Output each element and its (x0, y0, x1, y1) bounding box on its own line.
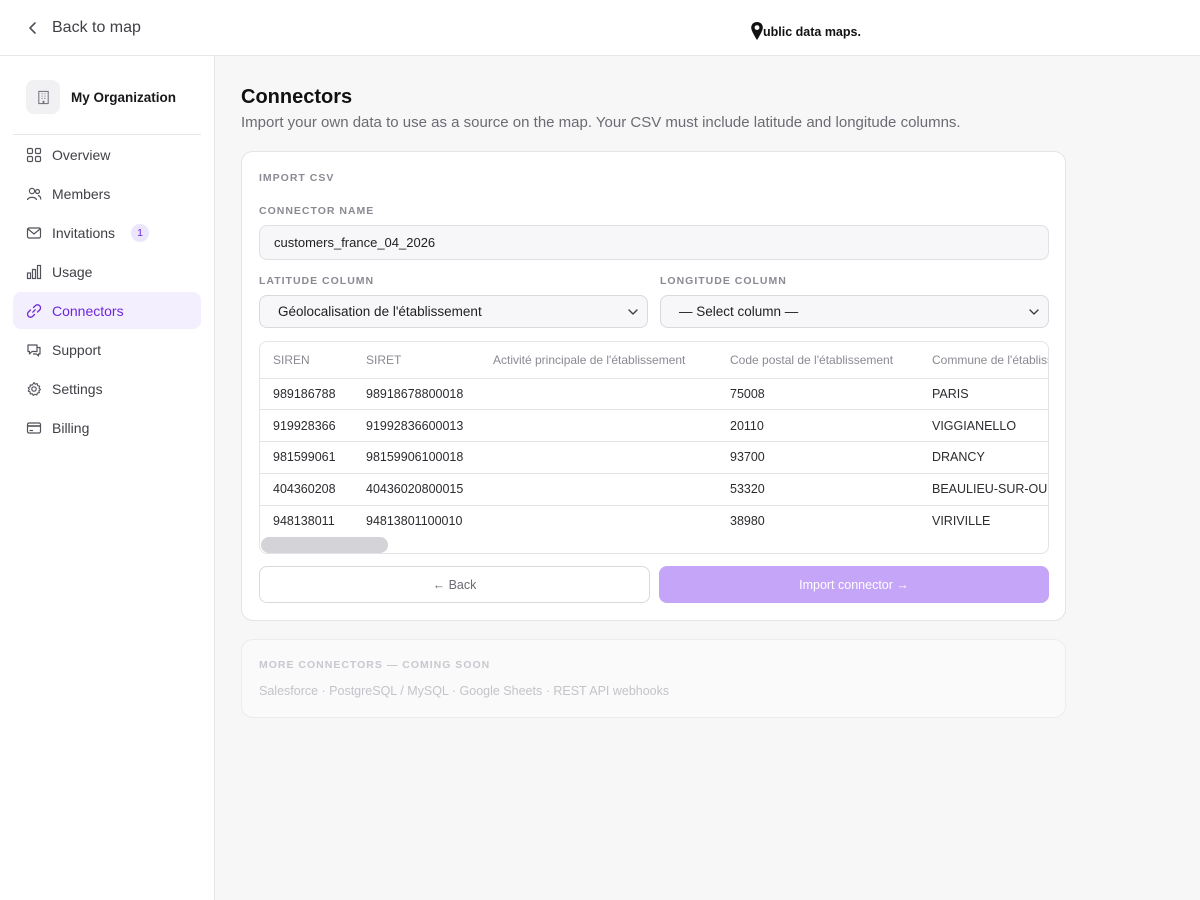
connector-name-label: CONNECTOR NAME (259, 205, 375, 217)
chevron-down-icon (628, 308, 638, 315)
grid-icon (26, 147, 42, 162)
bar-chart-icon (26, 264, 42, 279)
table-row: 404360208 40436020800015 53320 BEAULIEU-… (260, 473, 1048, 506)
brand-name: ublic data maps. (763, 25, 861, 39)
table-header-row: SIREN SIRET Activité principale de l'éta… (260, 342, 1048, 379)
table-cell: VIRIVILLE (932, 514, 991, 529)
sidebar-item-label: Invitations (52, 224, 116, 241)
horizontal-scrollbar[interactable] (261, 537, 388, 553)
sidebar-item-connectors[interactable]: Connectors (13, 292, 201, 329)
csv-preview-table[interactable]: SIREN SIRET Activité principale de l'éta… (259, 341, 1049, 554)
gear-icon (27, 381, 42, 396)
sidebar-item-label: Settings (52, 380, 103, 397)
top-bar: Back to map ublic data maps. (0, 0, 1200, 56)
table-cell: 98159906100018 (353, 441, 480, 474)
table-row: 981599061 98159906100018 93700 DRANCY (260, 441, 1048, 474)
table-cell: 94813801100010 (366, 514, 463, 529)
sidebar-item-label: Connectors (52, 302, 124, 319)
longitude-column-value: — Select column — (679, 304, 799, 319)
link-icon (26, 303, 42, 318)
table-cell: BEAULIEU-SUR-OUDON (919, 473, 1048, 506)
back-button[interactable]: ← Back (259, 566, 650, 603)
sidebar-item-label: Support (52, 341, 102, 358)
brand-logo[interactable]: ublic data maps. (750, 15, 861, 41)
sidebar-item-billing[interactable]: Billing (13, 409, 201, 446)
table-cell: 53320 (717, 473, 919, 506)
sidebar-divider (13, 134, 201, 135)
table-row: 989186788 98918678800018 75008 PARIS (260, 378, 1048, 411)
import-csv-card: IMPORT CSV CONNECTOR NAME LATITUDE COLUM… (241, 151, 1066, 621)
table-cell: 919928366 (260, 409, 353, 443)
page-title: Connectors (241, 86, 353, 108)
sidebar-nav: Overview Members Invitations 1 Usage Con… (13, 136, 201, 448)
users-icon (26, 187, 42, 200)
back-to-map-link[interactable]: Back to map (26, 16, 141, 40)
sidebar-item-support[interactable]: Support (13, 331, 201, 368)
table-cell: DRANCY (919, 441, 1048, 474)
sidebar-item-settings[interactable]: Settings (13, 370, 201, 407)
sidebar-item-label: Overview (52, 146, 111, 163)
sidebar-item-overview[interactable]: Overview (13, 136, 201, 173)
coming-soon-heading: MORE CONNECTORS — COMING SOON (259, 659, 491, 671)
mail-icon (26, 226, 42, 239)
preview-table: SIREN SIRET Activité principale de l'éta… (260, 342, 1048, 537)
org-name: My Organization (71, 89, 177, 105)
invitations-count-badge: 1 (131, 223, 150, 242)
sidebar-item-usage[interactable]: Usage (13, 253, 201, 290)
coming-soon-card: MORE CONNECTORS — COMING SOON Salesforce… (241, 639, 1066, 718)
table-cell: 989186788 (260, 378, 353, 411)
latitude-column-value: Géolocalisation de l'établissement (278, 304, 482, 319)
table-cell: 38980 (730, 514, 765, 529)
org-switcher[interactable]: My Organization (26, 80, 176, 114)
table-cell (480, 473, 717, 506)
column-header: Activité principale de l'établissement (480, 342, 717, 379)
page-subtitle: Import your own data to use as a source … (241, 114, 961, 131)
latitude-column-label: LATITUDE COLUMN (259, 275, 375, 287)
sidebar: My Organization Overview Members Invitat… (0, 56, 215, 900)
table-cell: 91992836600013 (353, 409, 480, 443)
table-cell (480, 441, 717, 474)
longitude-column-select[interactable]: — Select column — (660, 295, 1049, 328)
sidebar-item-label: Billing (52, 419, 90, 436)
table-cell: 20110 (717, 409, 919, 443)
credit-card-icon (26, 421, 42, 434)
column-header: Code postal de l'établissement (717, 342, 919, 379)
table-cell: 75008 (717, 378, 919, 411)
connector-name-input[interactable] (259, 225, 1049, 260)
map-pin-icon (751, 22, 763, 40)
column-header: SIRET (353, 342, 480, 379)
sidebar-item-label: Members (52, 185, 111, 202)
table-cell: PARIS (919, 378, 1048, 411)
table-cell: 98918678800018 (353, 378, 480, 411)
import-connector-button[interactable]: Import connector → (659, 566, 1049, 603)
table-cell: 948138011 (273, 514, 335, 529)
column-header: Commune de l'établissement (919, 342, 1048, 379)
table-cell: 40436020800015 (353, 473, 480, 506)
longitude-column-label: LONGITUDE COLUMN (660, 275, 787, 287)
table-cell: VIGGIANELLO (919, 409, 1048, 443)
building-icon (26, 80, 60, 114)
latitude-column-select[interactable]: Géolocalisation de l'établissement (259, 295, 648, 328)
table-row: 948138011 94813801100010 38980 VIRIVILLE (260, 505, 1048, 537)
sidebar-item-members[interactable]: Members (13, 175, 201, 212)
table-cell: 981599061 (260, 441, 353, 474)
sidebar-item-label: Usage (52, 263, 93, 280)
back-to-map-label: Back to map (52, 19, 141, 36)
table-cell: 93700 (717, 441, 919, 474)
chevron-down-icon (1029, 308, 1039, 315)
column-header: SIREN (260, 342, 353, 379)
coming-soon-list: Salesforce · PostgreSQL / MySQL · Google… (259, 684, 670, 698)
import-csv-heading: IMPORT CSV (259, 172, 335, 184)
table-cell (480, 409, 717, 443)
table-cell (480, 505, 717, 537)
table-cell: 404360208 (260, 473, 353, 506)
chat-icon (27, 343, 41, 357)
chevron-left-icon (29, 22, 36, 34)
sidebar-item-invitations[interactable]: Invitations 1 (13, 214, 201, 251)
table-row: 919928366 91992836600013 20110 VIGGIANEL… (260, 409, 1048, 443)
table-cell (480, 378, 717, 411)
